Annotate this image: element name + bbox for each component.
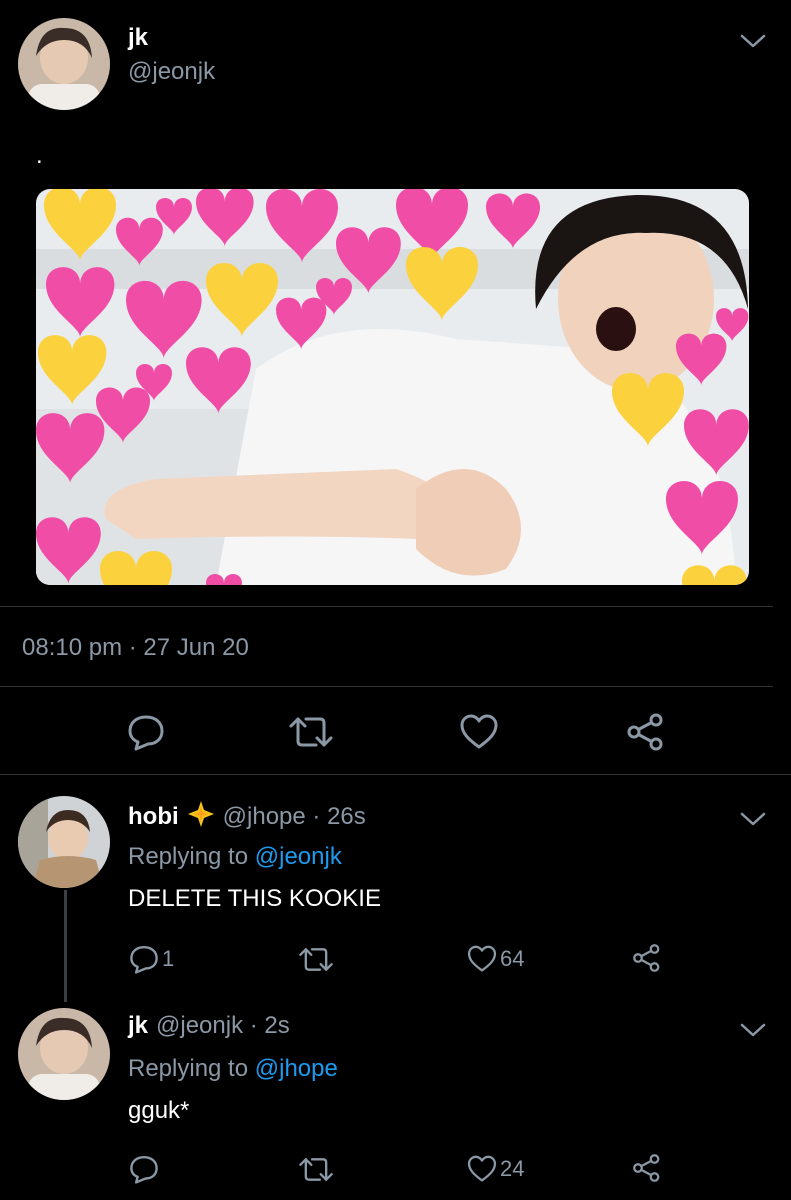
- tweet-text: .: [36, 142, 43, 169]
- reply-handle-time[interactable]: @jeonjk · 2s: [156, 1012, 290, 1040]
- avatar[interactable]: [18, 796, 110, 888]
- divider: [0, 774, 791, 775]
- retweet-button[interactable]: [298, 1156, 334, 1183]
- reply-icon: [128, 715, 164, 751]
- retweet-icon: [299, 1158, 333, 1181]
- retweet-button[interactable]: [288, 715, 334, 749]
- avatar[interactable]: [18, 1008, 110, 1100]
- like-button[interactable]: [458, 713, 500, 751]
- reply-count: 1: [162, 946, 175, 971]
- author-handle[interactable]: @jeonjk: [128, 58, 215, 86]
- replying-to-link[interactable]: @jhope: [255, 1055, 338, 1082]
- tweet-image[interactable]: [36, 189, 749, 585]
- chevron-down-icon[interactable]: [738, 1019, 768, 1039]
- retweet-icon: [299, 948, 333, 971]
- avatar[interactable]: [18, 18, 110, 110]
- share-button[interactable]: [632, 943, 662, 973]
- retweet-button[interactable]: [298, 946, 334, 973]
- reply-handle-time[interactable]: @jhope · 26s: [223, 803, 366, 831]
- like-button[interactable]: 24: [466, 1154, 524, 1184]
- thread-line: [64, 890, 67, 1002]
- share-button[interactable]: [626, 712, 666, 752]
- like-count: 24: [500, 1156, 525, 1181]
- author-name[interactable]: jk: [128, 24, 148, 52]
- replying-to: Replying to @jhope: [128, 1055, 338, 1083]
- reply-icon: [130, 945, 158, 974]
- share-icon: [633, 1154, 660, 1182]
- heart-icon: [467, 1155, 497, 1182]
- retweet-icon: [289, 717, 333, 747]
- share-button[interactable]: [632, 1153, 662, 1183]
- sparkle-emoji-icon: [187, 800, 215, 833]
- heart-icon: [467, 945, 497, 972]
- share-icon: [627, 713, 663, 751]
- replying-prefix: Replying to: [128, 1055, 255, 1082]
- reply-author-name[interactable]: hobi: [128, 803, 179, 831]
- reply-button[interactable]: 1: [128, 944, 174, 974]
- chevron-down-icon[interactable]: [738, 808, 768, 828]
- like-button[interactable]: 64: [466, 944, 524, 974]
- reply-author-name[interactable]: jk: [128, 1012, 148, 1040]
- share-icon: [633, 944, 660, 972]
- replying-to: Replying to @jeonjk: [128, 843, 342, 871]
- divider: [0, 686, 773, 687]
- reply-icon: [130, 1155, 158, 1184]
- reply-button[interactable]: [126, 713, 166, 751]
- divider: [0, 606, 773, 607]
- like-count: 64: [500, 946, 525, 971]
- reply-button[interactable]: [128, 1154, 160, 1184]
- reply-text: DELETE THIS KOOKIE: [128, 885, 381, 912]
- reply-text: gguk*: [128, 1097, 190, 1124]
- replying-prefix: Replying to: [128, 843, 255, 870]
- chevron-down-icon[interactable]: [738, 30, 768, 50]
- tweet-timestamp: 08:10 pm · 27 Jun 20: [22, 634, 249, 661]
- heart-icon: [460, 714, 498, 749]
- replying-to-link[interactable]: @jeonjk: [255, 843, 342, 870]
